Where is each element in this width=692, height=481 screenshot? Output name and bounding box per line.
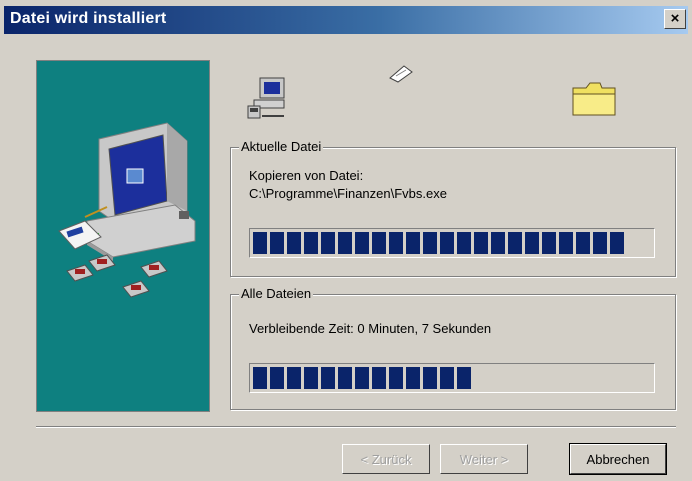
current-file-progress: [249, 228, 655, 258]
remaining-time-text: Verbleibende Zeit: 0 Minuten, 7 Sekunden: [249, 321, 492, 336]
window-title: Datei wird installiert: [10, 10, 167, 27]
current-file-path: C:\Programme\Finanzen\Fvbs.exe: [249, 186, 447, 201]
wizard-image-panel: [36, 60, 210, 412]
installer-window: Datei wird installiert × Aktuelle Datei …: [0, 0, 692, 481]
current-file-legend: Aktuelle Datei: [239, 139, 324, 154]
computer-icon: [247, 77, 285, 119]
back-button[interactable]: < Zurück: [342, 444, 430, 474]
title-bar[interactable]: Datei wird installiert ×: [4, 6, 688, 34]
current-file-progress-fill: [253, 232, 624, 254]
next-button[interactable]: Weiter >: [440, 444, 528, 474]
all-files-group: Alle Dateien Verbleibende Zeit: 0 Minute…: [230, 286, 676, 410]
button-separator: [36, 426, 676, 428]
close-button[interactable]: ×: [664, 9, 686, 29]
all-files-legend: Alle Dateien: [239, 286, 314, 301]
flying-paper-icon: [389, 65, 413, 83]
copy-label: Kopieren von Datei:: [249, 168, 364, 183]
cancel-button[interactable]: Abbrechen: [569, 443, 667, 475]
close-icon: ×: [670, 10, 680, 27]
computer-with-disks-icon: [58, 122, 196, 298]
folder-icon: [572, 82, 616, 116]
current-file-group: Aktuelle Datei Kopieren von Datei: C:\Pr…: [230, 139, 676, 277]
all-files-progress-fill: [253, 367, 471, 389]
all-files-progress: [249, 363, 655, 393]
